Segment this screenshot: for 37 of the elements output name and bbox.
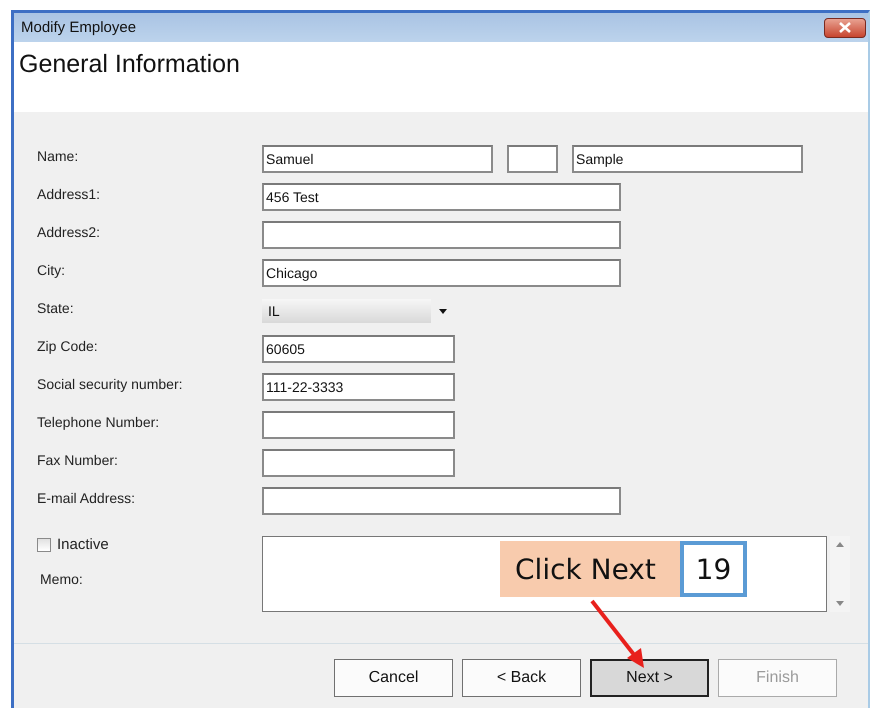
text-field[interactable] — [262, 487, 621, 515]
field-label: Fax Number: — [37, 451, 118, 468]
scroll-up-icon[interactable] — [836, 542, 844, 547]
text-field[interactable]: 111-22-3333 — [262, 373, 455, 401]
wizard-button[interactable]: < Back — [462, 659, 581, 697]
wizard-button[interactable]: Next > — [590, 659, 709, 697]
field-label: Name: — [37, 147, 78, 164]
name-field[interactable]: Samuel — [262, 145, 493, 173]
text-field[interactable]: 456 Test — [262, 183, 621, 211]
step-badge: 19 — [680, 541, 747, 597]
text-field[interactable] — [262, 449, 455, 477]
field-label: Address1: — [37, 185, 100, 202]
caret-icon — [439, 308, 447, 314]
name-field[interactable] — [507, 145, 558, 173]
wizard-button[interactable]: Cancel — [334, 659, 453, 697]
scrollbar[interactable] — [830, 536, 850, 612]
close-button[interactable] — [824, 18, 866, 38]
text-field[interactable] — [262, 221, 621, 249]
callout-label: Click Next — [500, 541, 680, 597]
page-title: General Information — [19, 50, 241, 79]
field-label: E-mail Address: — [37, 489, 136, 506]
close-icon — [838, 22, 852, 33]
scroll-down-icon[interactable] — [836, 601, 844, 606]
field-label: City: — [37, 261, 65, 278]
field-label: Memo: — [39, 571, 84, 587]
window-title: Modify Employee — [21, 19, 136, 36]
field-label: Address2: — [37, 223, 100, 240]
field-label: State: — [37, 299, 74, 316]
text-field[interactable] — [262, 411, 455, 439]
name-field[interactable]: Sample — [572, 145, 803, 173]
checkbox-label: Inactive — [57, 536, 109, 553]
text-field[interactable]: 60605 — [262, 335, 455, 363]
arrow — [590, 600, 644, 668]
field-label: Telephone Number: — [37, 413, 160, 430]
field-label: Zip Code: — [37, 337, 98, 354]
field-label: Social security number: — [37, 375, 183, 392]
text-field[interactable]: Chicago — [262, 259, 621, 287]
